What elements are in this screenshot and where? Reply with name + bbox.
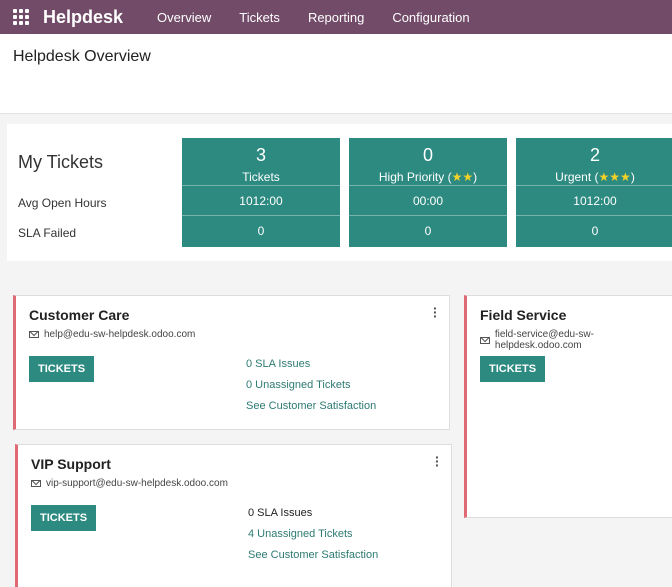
tickets-label[interactable]: Tickets [182,170,340,184]
tickets-count[interactable]: 3 [182,138,340,166]
customer-satisfaction-link[interactable]: See Customer Satisfaction [246,400,376,412]
team-card-field-service: Field Service field-service@edu-sw-helpd… [464,295,672,518]
customer-satisfaction-link[interactable]: See Customer Satisfaction [248,549,378,561]
sla-failed-label: SLA Failed [18,226,77,240]
high-priority-label[interactable]: High Priority (★★) [349,170,507,184]
team-email: field-service@edu-sw-helpdesk.odoo.com [480,329,672,351]
team-card-customer-care: Customer Care · · · help@edu-sw-helpdesk.o… [13,295,450,430]
page-title: Helpdesk Overview [13,48,151,65]
avg-open-hours-label: Avg Open Hours [18,196,107,210]
unassigned-tickets-link[interactable]: 4 Unassigned Tickets [248,528,353,540]
envelope-icon [31,480,41,487]
top-navbar: Helpdesk Overview Tickets Reporting Conf… [0,0,672,34]
star-icon: ★★★ [598,170,631,184]
nav-tickets[interactable]: Tickets [239,10,280,25]
high-priority-count[interactable]: 0 [349,138,507,166]
urgent-tile[interactable]: 2 Urgent (★★★) 1012:00 0 [516,138,672,247]
team-card-vip-support: VIP Support · · · vip-support@edu-sw-helpd… [15,444,452,587]
nav-configuration[interactable]: Configuration [392,10,469,25]
tickets-button[interactable]: TICKETS [480,356,546,382]
team-email: vip-support@edu-sw-helpdesk.odoo.com [31,478,228,489]
envelope-icon [29,331,39,338]
sla-issues-link[interactable]: 0 SLA Issues [246,358,310,370]
unassigned-tickets-link[interactable]: 0 Unassigned Tickets [246,379,351,391]
tickets-button[interactable]: TICKETS [29,356,95,382]
kebab-menu-icon[interactable]: · · · [433,301,438,323]
apps-grid-icon[interactable] [13,9,29,25]
urgent-count[interactable]: 2 [516,138,672,166]
envelope-icon [480,336,490,344]
team-email: help@edu-sw-helpdesk.odoo.com [29,329,195,340]
star-icon: ★★ [451,170,474,184]
control-panel: Helpdesk Overview [0,34,672,114]
tickets-avg-open-hours[interactable]: 1012:00 [182,186,340,216]
sla-issues-link[interactable]: 0 SLA Issues [248,507,312,519]
my-tickets-title: My Tickets [18,152,104,172]
kebab-menu-icon[interactable]: · · · [435,450,440,472]
urgent-avg-open-hours[interactable]: 1012:00 [516,186,672,216]
high-priority-sla-failed[interactable]: 0 [349,216,507,246]
nav-reporting[interactable]: Reporting [308,10,364,25]
tickets-tile[interactable]: 3 Tickets 1012:00 0 [182,138,340,247]
high-priority-tile[interactable]: 0 High Priority (★★) 00:00 0 [349,138,507,247]
team-name[interactable]: Customer Care [29,307,129,323]
my-tickets-panel: My Tickets Avg Open Hours SLA Failed 3 T… [7,124,672,261]
tickets-button[interactable]: TICKETS [31,505,97,531]
team-name[interactable]: VIP Support [31,456,111,472]
nav-overview[interactable]: Overview [157,10,211,25]
urgent-label[interactable]: Urgent (★★★) [516,170,672,184]
urgent-sla-failed[interactable]: 0 [516,216,672,246]
app-brand[interactable]: Helpdesk [43,7,123,28]
team-name[interactable]: Field Service [480,307,566,323]
high-priority-avg-open-hours[interactable]: 00:00 [349,186,507,216]
tickets-sla-failed[interactable]: 0 [182,216,340,246]
